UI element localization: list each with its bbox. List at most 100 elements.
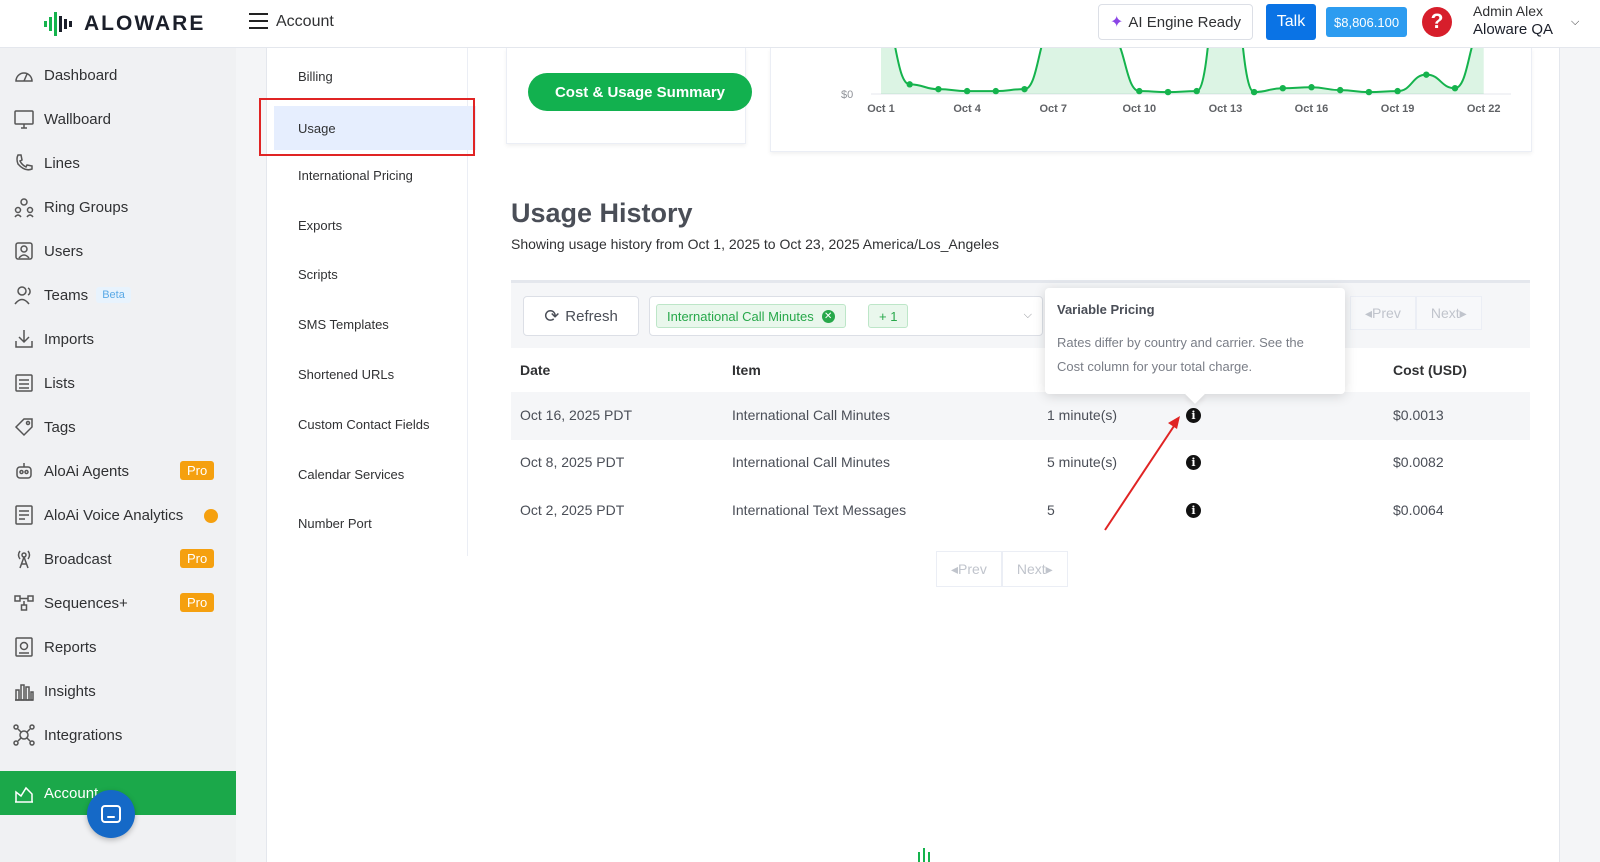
help-icon[interactable]: ? bbox=[1422, 7, 1452, 37]
chevron-down-icon[interactable]: ⌵ bbox=[1024, 309, 1032, 322]
chart-x-tick-label: Oct 16 bbox=[1295, 103, 1329, 115]
user-menu[interactable]: Admin Alex Aloware QA bbox=[1473, 3, 1553, 38]
sidebar-item-teams[interactable]: Teams Beta bbox=[0, 273, 236, 317]
reports-icon bbox=[12, 635, 36, 659]
sidebar-item-lines[interactable]: Lines bbox=[0, 141, 236, 185]
filter-tag-label: International Call Minutes bbox=[667, 308, 814, 324]
submenu-item-custom-contact-fields[interactable]: Custom Contact Fields bbox=[266, 402, 468, 446]
usage-chart-card: $0 Oct 1 Oct 4 Oct 7 Oct 10 Oct 13 Oct 16 Oct 1… bbox=[770, 0, 1532, 152]
chart-data-point bbox=[1394, 87, 1401, 95]
sidebar-item-label: Reports bbox=[44, 638, 97, 656]
row-item: International Call Minutes bbox=[732, 454, 890, 470]
users-icon bbox=[12, 239, 36, 263]
insights-icon bbox=[12, 679, 36, 703]
chart-x-tick-label: Oct 10 bbox=[1122, 103, 1156, 115]
brand-name: ALOWARE bbox=[84, 12, 206, 35]
sidebar-item-label: Broadcast bbox=[44, 550, 112, 568]
sidebar-item-imports[interactable]: Imports bbox=[0, 317, 236, 361]
item-filter-select[interactable]: International Call Minutes ✕ + 1 ⌵ bbox=[649, 296, 1043, 336]
submenu-item-international-pricing[interactable]: International Pricing bbox=[266, 153, 468, 197]
broadcast-icon bbox=[12, 547, 36, 571]
chart-data-point bbox=[1423, 71, 1430, 78]
chat-widget-button[interactable] bbox=[87, 790, 135, 838]
filter-tag[interactable]: International Call Minutes ✕ bbox=[656, 304, 846, 328]
beta-badge: Beta bbox=[96, 287, 131, 303]
sidebar-item-aloai-voice-analytics[interactable]: AloAi Voice Analytics bbox=[0, 493, 236, 537]
prev-button[interactable]: ◂ Prev bbox=[1350, 296, 1416, 330]
submenu-item-number-port[interactable]: Number Port bbox=[266, 501, 468, 545]
sidebar-item-ring-groups[interactable]: Ring Groups bbox=[0, 185, 236, 229]
submenu-item-calendar-services[interactable]: Calendar Services bbox=[266, 452, 468, 496]
sidebar-item-dashboard[interactable]: Dashboard bbox=[0, 53, 236, 97]
robot-icon bbox=[12, 459, 36, 483]
next-button[interactable]: Next ▸ bbox=[1415, 296, 1482, 330]
chart-x-tick-label: Oct 7 bbox=[1039, 103, 1067, 115]
chevron-down-icon[interactable]: ⌵ bbox=[1571, 16, 1579, 29]
info-icon[interactable]: i bbox=[1186, 455, 1201, 470]
chart-data-point bbox=[963, 87, 971, 95]
menu-toggle-icon[interactable] bbox=[249, 13, 268, 29]
variable-pricing-tooltip: Variable Pricing Rates differ by country… bbox=[1045, 288, 1345, 394]
chart-y-tick-label: $0 bbox=[841, 89, 853, 101]
sidebar-item-integrations[interactable]: Integrations bbox=[0, 713, 236, 757]
column-header-item[interactable]: Item bbox=[732, 362, 761, 378]
next-label: Next bbox=[1430, 305, 1460, 321]
close-icon[interactable]: ✕ bbox=[821, 309, 835, 323]
filter-more-tag[interactable]: + 1 bbox=[868, 304, 909, 328]
phone-icon bbox=[12, 151, 36, 175]
sidebar-item-sequences[interactable]: Sequences+ Pro bbox=[0, 581, 236, 625]
submenu-item-billing[interactable]: Billing bbox=[266, 54, 468, 98]
sidebar-item-users[interactable]: Users bbox=[0, 229, 236, 273]
sidebar-item-broadcast[interactable]: Broadcast Pro bbox=[0, 537, 236, 581]
column-header-date[interactable]: Date bbox=[520, 362, 550, 378]
caret-left-icon: ◂ bbox=[951, 560, 959, 577]
column-header-cost[interactable]: Cost (USD) bbox=[1393, 362, 1467, 378]
sidebar: Dashboard Wallboard Lines Ring Groups Us… bbox=[0, 48, 236, 862]
row-quantity: 5 minute(s) bbox=[1047, 454, 1118, 470]
balance-badge[interactable]: $8,806.100 bbox=[1326, 7, 1408, 37]
user-name: Admin Alex bbox=[1473, 3, 1544, 19]
cost-usage-summary-button[interactable]: Cost & Usage Summary bbox=[528, 73, 752, 111]
refresh-button[interactable]: ⟳ Refresh bbox=[523, 296, 639, 336]
row-date: Oct 2, 2025 PDT bbox=[520, 502, 625, 518]
tooltip-body: Rates differ by country and carrier. See… bbox=[1057, 335, 1304, 374]
chart-data-point bbox=[992, 87, 999, 95]
prev-button[interactable]: ◂ Prev bbox=[936, 551, 1002, 587]
integrations-icon bbox=[12, 723, 36, 747]
status-dot bbox=[204, 509, 218, 523]
list-icon bbox=[12, 371, 36, 395]
sidebar-item-label: Dashboard bbox=[44, 66, 118, 84]
sidebar-item-insights[interactable]: Insights bbox=[0, 669, 236, 713]
ai-engine-status-button[interactable]: ✦ AI Engine Ready bbox=[1098, 4, 1253, 40]
row-item: International Call Minutes bbox=[732, 407, 890, 423]
sidebar-item-reports[interactable]: Reports bbox=[0, 625, 236, 669]
sidebar-item-wallboard[interactable]: Wallboard bbox=[0, 97, 236, 141]
ai-status-label: AI Engine Ready bbox=[1128, 13, 1241, 31]
sidebar-item-label: AloAi Agents bbox=[44, 462, 130, 480]
chart-area-fill bbox=[881, 0, 1484, 94]
submenu-item-exports[interactable]: Exports bbox=[266, 203, 468, 247]
chart-data-point bbox=[1451, 85, 1459, 92]
info-icon[interactable]: i bbox=[1186, 503, 1201, 518]
chart-series-line bbox=[880, 0, 1485, 94]
submenu-item-scripts[interactable]: Scripts bbox=[266, 252, 468, 296]
table-row: Oct 16, 2025 PDT International Call Minu… bbox=[511, 392, 1530, 440]
submenu-item-shortened-urls[interactable]: Shortened URLs bbox=[266, 352, 468, 396]
next-button[interactable]: Next ▸ bbox=[1001, 551, 1068, 587]
aloware-logo[interactable]: ALOWARE bbox=[44, 10, 205, 38]
info-icon[interactable]: i bbox=[1186, 408, 1201, 423]
chart-x-tick-label: Oct 19 bbox=[1381, 103, 1415, 115]
annotation-highlight-box bbox=[259, 98, 475, 156]
sidebar-item-tags[interactable]: Tags bbox=[0, 405, 236, 449]
sidebar-item-aloai-agents[interactable]: AloAi Agents Pro bbox=[0, 449, 236, 493]
sidebar-item-label: Users bbox=[44, 242, 84, 260]
user-company: Aloware QA bbox=[1473, 21, 1554, 38]
chat-icon bbox=[101, 805, 121, 823]
chart-data-point bbox=[1337, 86, 1344, 94]
refresh-icon: ⟳ bbox=[544, 305, 560, 326]
sidebar-item-lists[interactable]: Lists bbox=[0, 361, 236, 405]
submenu-item-sms-templates[interactable]: SMS Templates bbox=[266, 302, 468, 346]
talk-button[interactable]: Talk bbox=[1266, 4, 1316, 40]
row-cost: $0.0064 bbox=[1393, 502, 1444, 518]
chart-x-tick-label: Oct 4 bbox=[953, 103, 981, 115]
